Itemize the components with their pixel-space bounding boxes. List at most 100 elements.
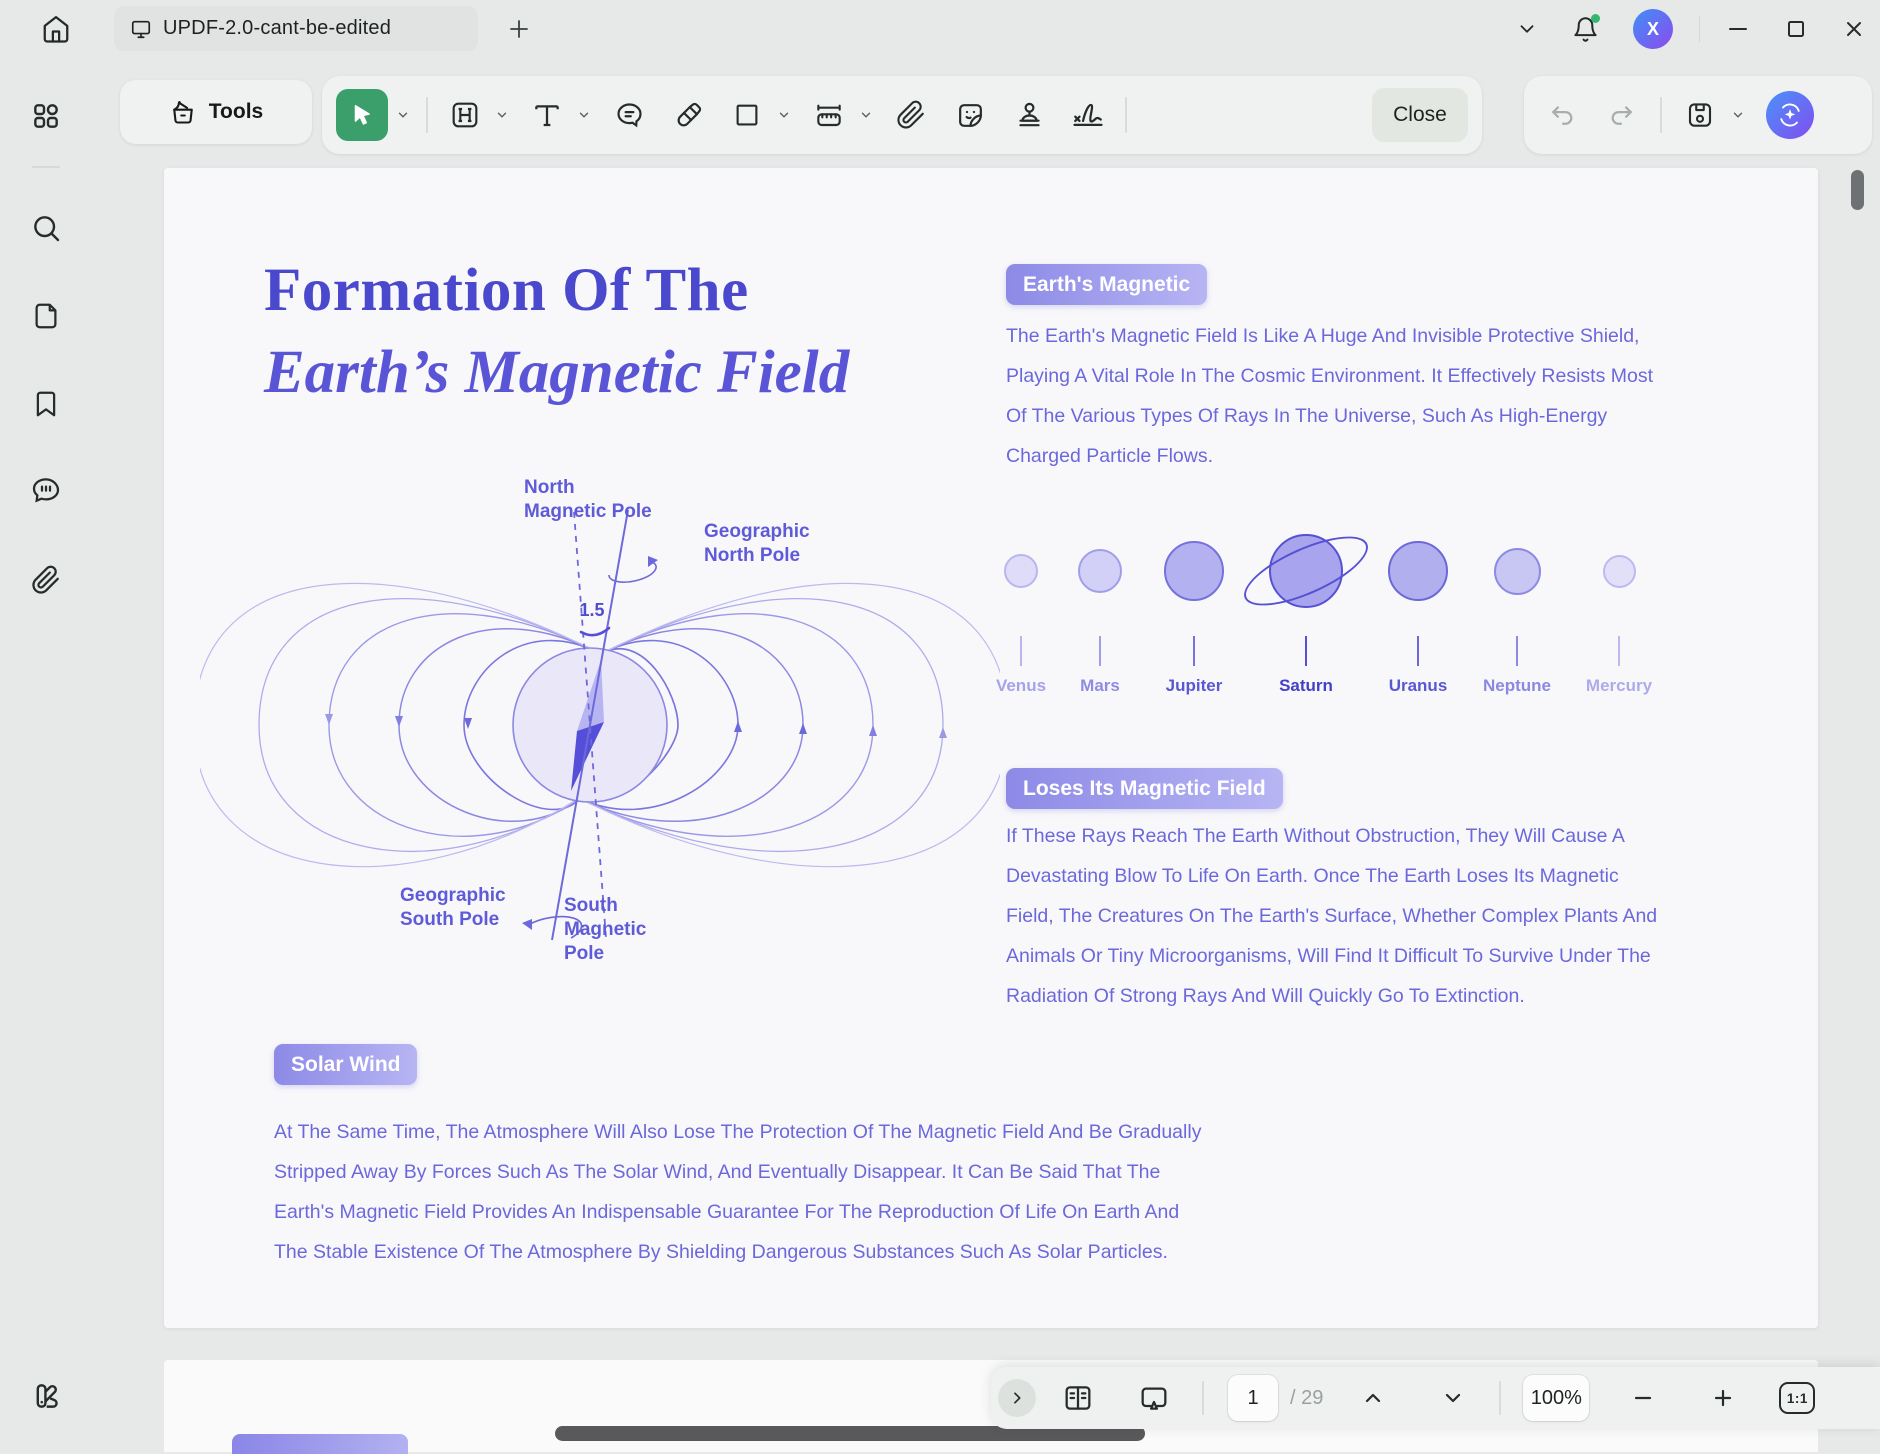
sidebar-item-thumbnails-grid[interactable] bbox=[26, 96, 66, 136]
next-page-button[interactable] bbox=[1433, 1378, 1473, 1418]
history-toolbar bbox=[1524, 76, 1872, 154]
planet-label: Mars bbox=[1080, 676, 1120, 696]
planet-circle bbox=[1078, 549, 1122, 593]
doc-title-line2: Earth’s Magnetic Field bbox=[264, 338, 849, 408]
shape-tool-button[interactable] bbox=[725, 93, 769, 137]
minimize-button[interactable] bbox=[1726, 17, 1750, 41]
page-total-label: / 29 bbox=[1290, 1387, 1323, 1410]
sidebar-item-pages[interactable] bbox=[26, 296, 66, 336]
undo-button[interactable] bbox=[1540, 93, 1584, 137]
chevron-down-icon bbox=[1441, 1386, 1465, 1410]
save-caret[interactable] bbox=[1730, 107, 1746, 123]
maximize-icon bbox=[1784, 17, 1808, 41]
planet-circle bbox=[1494, 548, 1541, 595]
select-tool-caret[interactable] bbox=[395, 107, 411, 123]
heading-tool-caret[interactable] bbox=[494, 107, 510, 123]
select-tool-button[interactable] bbox=[336, 89, 388, 141]
signature-tool-button[interactable] bbox=[1066, 93, 1110, 137]
chevron-down-icon bbox=[1516, 18, 1538, 40]
planet-tick bbox=[1099, 636, 1101, 666]
notifications-button[interactable] bbox=[1572, 16, 1599, 43]
plus-icon bbox=[507, 17, 531, 41]
document-tab[interactable]: UPDF-2.0-cant-be-edited bbox=[114, 6, 478, 51]
planet-circle bbox=[1603, 555, 1636, 588]
text-tool-button[interactable] bbox=[525, 93, 569, 137]
presentation-icon bbox=[1138, 1382, 1170, 1414]
close-mode-button[interactable]: Close bbox=[1372, 88, 1468, 142]
zoom-level-input[interactable]: 100% bbox=[1523, 1375, 1589, 1421]
bottom-bar-divider bbox=[1499, 1381, 1501, 1415]
heading-tool-button[interactable] bbox=[443, 93, 487, 137]
undo-icon bbox=[1548, 101, 1576, 129]
text-tool-caret[interactable] bbox=[576, 107, 592, 123]
signature-icon bbox=[1071, 98, 1105, 132]
measure-icon bbox=[813, 99, 845, 131]
label-north-magnetic-pole: North Magnetic Pole bbox=[524, 476, 652, 524]
zoom-out-button[interactable] bbox=[1623, 1378, 1663, 1418]
planet-tick bbox=[1516, 636, 1518, 666]
presentation-button[interactable] bbox=[1134, 1378, 1174, 1418]
sticker-tool-button[interactable] bbox=[948, 93, 992, 137]
stamp-icon bbox=[1014, 100, 1045, 131]
maximize-button[interactable] bbox=[1784, 17, 1808, 41]
tools-label: Tools bbox=[209, 100, 263, 124]
comment-tool-button[interactable] bbox=[607, 93, 651, 137]
tools-icon bbox=[169, 98, 197, 126]
toolbar-divider bbox=[426, 97, 428, 133]
page-number-input[interactable]: 1 bbox=[1228, 1375, 1278, 1421]
notification-dot bbox=[1591, 14, 1600, 23]
attach-tool-button[interactable] bbox=[889, 93, 933, 137]
select-cursor-icon bbox=[349, 102, 375, 128]
pdf-page-1[interactable]: Formation Of The Earth’s Magnetic Field bbox=[164, 168, 1818, 1328]
previous-page-button[interactable] bbox=[1353, 1378, 1393, 1418]
expand-icon bbox=[1009, 1390, 1025, 1406]
home-icon bbox=[41, 14, 71, 44]
comments-icon bbox=[30, 474, 62, 506]
shape-icon bbox=[732, 100, 762, 130]
stamp-tool-button[interactable] bbox=[1007, 93, 1051, 137]
measure-tool-button[interactable] bbox=[807, 93, 851, 137]
planet-label: Mercury bbox=[1586, 676, 1652, 696]
doc-title-line1: Formation Of The bbox=[264, 256, 749, 326]
bottom-bar-divider bbox=[1202, 1381, 1204, 1415]
axis-angle-label: 1.5 bbox=[579, 600, 604, 620]
zoom-in-button[interactable] bbox=[1703, 1378, 1743, 1418]
planet-circle bbox=[1004, 554, 1038, 588]
expand-bar-button[interactable] bbox=[998, 1379, 1036, 1417]
sidebar-item-bookmarks[interactable] bbox=[26, 384, 66, 424]
sidebar-item-swatches[interactable] bbox=[26, 1376, 66, 1416]
sidebar-item-attachments[interactable] bbox=[26, 560, 66, 600]
redo-button[interactable] bbox=[1600, 93, 1644, 137]
comment-icon bbox=[614, 100, 645, 131]
measure-tool-caret[interactable] bbox=[858, 107, 874, 123]
label-geographic-north-pole: Geographic North Pole bbox=[704, 520, 810, 568]
highlighter-tool-button[interactable] bbox=[666, 93, 710, 137]
planet-label: Venus bbox=[996, 676, 1046, 696]
ai-assistant-button[interactable] bbox=[1766, 91, 1814, 139]
new-tab-button[interactable] bbox=[506, 16, 532, 42]
swatches-icon bbox=[29, 1379, 63, 1413]
close-window-button[interactable] bbox=[1842, 17, 1866, 41]
avatar[interactable]: X bbox=[1633, 9, 1673, 49]
attachments-icon bbox=[31, 565, 61, 595]
save-button[interactable] bbox=[1678, 93, 1722, 137]
reading-view-button[interactable] bbox=[1058, 1378, 1098, 1418]
toolbar-divider bbox=[1660, 97, 1662, 133]
actual-size-button[interactable]: 1:1 bbox=[1779, 1382, 1815, 1414]
planet-neptune: Neptune bbox=[1462, 508, 1572, 696]
planet-saturn: Saturn bbox=[1251, 508, 1361, 696]
zoom-in-icon bbox=[1711, 1386, 1735, 1410]
attach-icon bbox=[896, 100, 926, 130]
sticker-icon bbox=[955, 100, 986, 131]
tools-button[interactable]: Tools bbox=[120, 80, 312, 144]
shape-tool-caret[interactable] bbox=[776, 107, 792, 123]
sidebar-item-search[interactable] bbox=[26, 208, 66, 248]
titlebar-dropdown-button[interactable] bbox=[1516, 18, 1538, 40]
label-south-magnetic-pole: South Magnetic Pole bbox=[564, 894, 646, 966]
home-button[interactable] bbox=[38, 11, 74, 47]
planet-label: Jupiter bbox=[1166, 676, 1223, 696]
vertical-scrollbar[interactable] bbox=[1851, 170, 1864, 210]
ai-assistant-icon bbox=[1776, 101, 1804, 129]
heading-icon bbox=[449, 99, 481, 131]
sidebar-item-comments[interactable] bbox=[26, 470, 66, 510]
